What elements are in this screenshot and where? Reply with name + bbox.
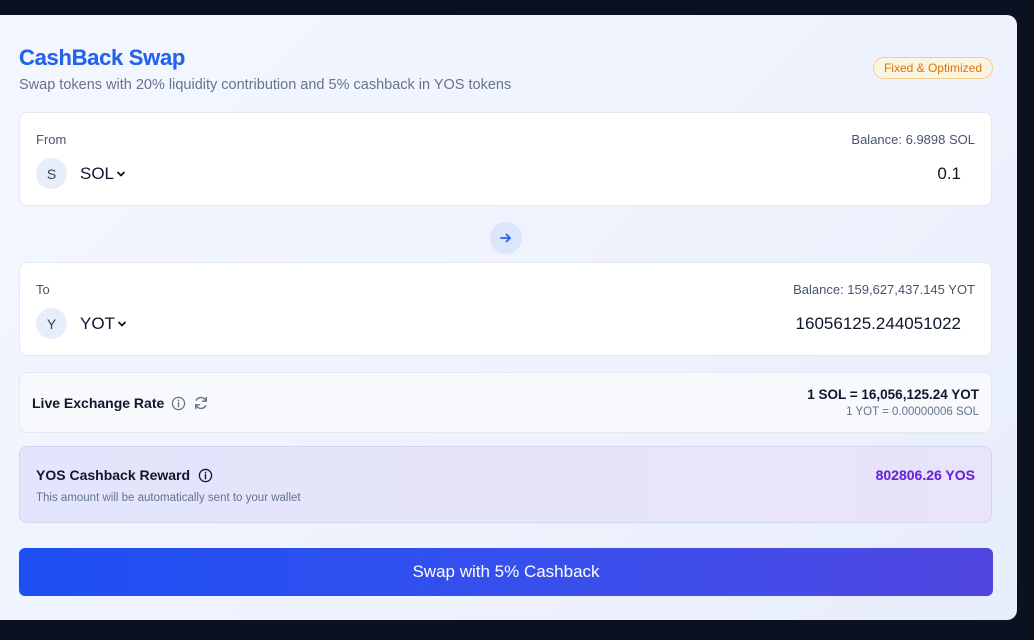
to-amount-input[interactable]: 16056125.244051022: [796, 314, 961, 334]
info-icon[interactable]: [198, 468, 213, 483]
exchange-rate-label: Live Exchange Rate: [32, 395, 165, 411]
cashback-reward-title: YOS Cashback Reward: [36, 467, 191, 483]
swap-button[interactable]: Swap with 5% Cashback: [19, 548, 993, 596]
to-token-label: YOT: [80, 314, 115, 333]
refresh-icon[interactable]: [193, 395, 209, 411]
cashback-reward-note: This amount will be automatically sent t…: [36, 492, 301, 504]
from-token-label: SOL: [80, 164, 115, 183]
info-icon[interactable]: [171, 396, 186, 411]
to-token-avatar: Y: [36, 308, 67, 339]
arrow-right-icon: [500, 233, 511, 243]
swap-direction-button[interactable]: [490, 222, 522, 254]
exchange-rate-secondary: 1 YOT = 0.00000006 SOL: [846, 406, 979, 418]
to-balance: Balance: 159,627,437.145 YOT: [793, 282, 975, 297]
cashback-reward-amount: 802806.26 YOS: [875, 467, 975, 483]
from-panel: From Balance: 6.9898 SOL S SOL 0.1: [19, 112, 992, 206]
to-token-select[interactable]: YOT: [80, 314, 127, 334]
page-subtitle: Swap tokens with 20% liquidity contribut…: [19, 77, 512, 93]
status-badge: Fixed & Optimized: [872, 57, 993, 79]
from-label: From: [36, 132, 67, 147]
exchange-rate-panel: Live Exchange Rate 1 SOL = 16,056,125.24…: [19, 372, 992, 433]
cashback-reward-title-group: YOS Cashback Reward: [36, 467, 213, 483]
exchange-rate-primary: 1 SOL = 16,056,125.24 YOT: [807, 387, 979, 402]
cashback-swap-card: CashBack Swap Swap tokens with 20% liqui…: [0, 15, 1017, 620]
from-token-avatar: S: [36, 158, 67, 189]
to-panel: To Balance: 159,627,437.145 YOT Y YOT 16…: [19, 262, 992, 356]
exchange-rate-label-group: Live Exchange Rate: [32, 395, 209, 411]
from-token-select[interactable]: SOL: [80, 164, 126, 184]
from-amount-input[interactable]: 0.1: [937, 164, 961, 184]
to-label: To: [36, 282, 50, 297]
cashback-reward-panel: YOS Cashback Reward This amount will be …: [19, 446, 992, 523]
page-title: CashBack Swap: [19, 45, 186, 70]
chevron-down-icon: [117, 171, 125, 177]
chevron-down-icon: [118, 321, 126, 327]
from-balance: Balance: 6.9898 SOL: [851, 132, 975, 147]
